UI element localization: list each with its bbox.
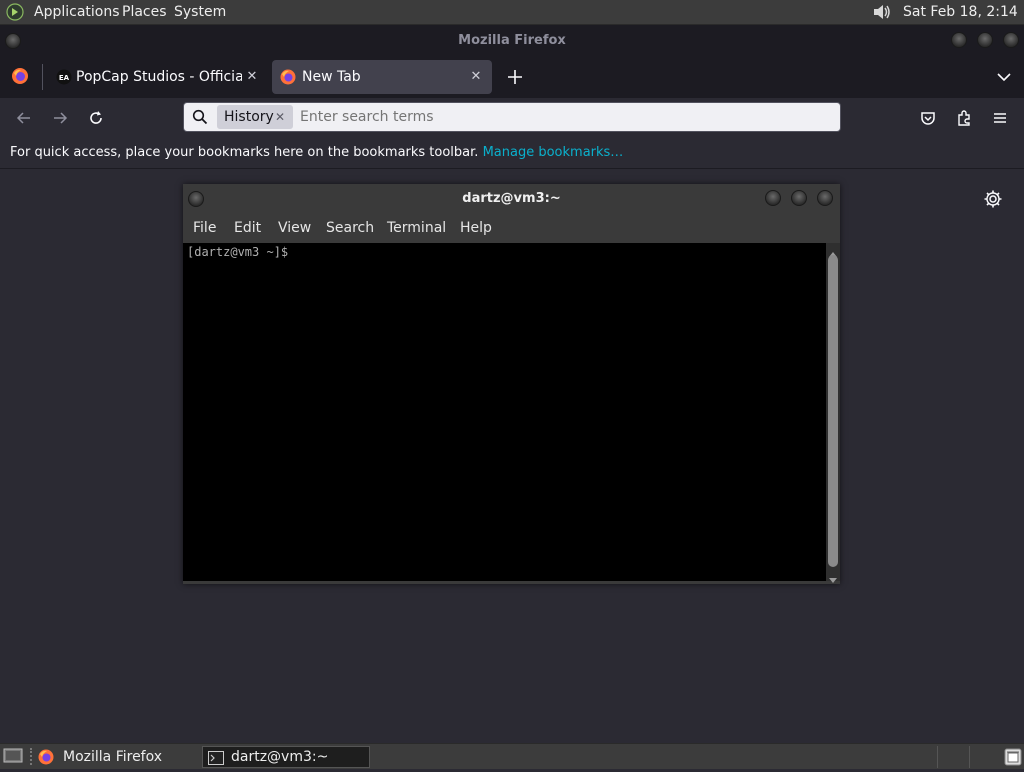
search-input[interactable] <box>300 106 820 128</box>
taskbar-item-terminal[interactable]: dartz@vm3:~ <box>202 746 370 768</box>
scrollbar-thumb[interactable] <box>828 255 838 567</box>
show-desktop-icon[interactable] <box>3 748 23 765</box>
scroll-up-icon[interactable] <box>828 244 838 257</box>
terminal-close-button[interactable] <box>817 190 833 206</box>
hamburger-menu-icon[interactable] <box>988 106 1012 130</box>
close-tab-icon[interactable]: ✕ <box>468 69 484 85</box>
search-mode-chip[interactable]: History ✕ <box>217 105 293 129</box>
search-icon <box>192 109 208 125</box>
firefox-icon <box>38 749 54 765</box>
chip-close-icon[interactable]: ✕ <box>275 105 285 129</box>
tab-label: PopCap Studios - Official EA <box>76 69 242 85</box>
volume-icon[interactable] <box>871 2 893 22</box>
menu-system[interactable]: System <box>174 0 226 24</box>
url-bar[interactable]: History ✕ <box>183 102 841 132</box>
manage-bookmarks-link[interactable]: Manage bookmarks… <box>483 145 624 160</box>
tab-divider <box>42 64 43 90</box>
bookmarks-toolbar: For quick access, place your bookmarks h… <box>0 138 1024 169</box>
taskbar-item-firefox[interactable]: Mozilla Firefox <box>36 746 196 768</box>
close-window-button[interactable] <box>1003 32 1019 48</box>
reload-icon[interactable] <box>84 106 108 130</box>
list-all-tabs-chevron-down-icon[interactable] <box>995 68 1013 86</box>
terminal-icon <box>208 750 224 765</box>
extensions-icon[interactable] <box>952 106 976 130</box>
workspace-2[interactable] <box>969 746 1002 768</box>
terminal-menu-search[interactable]: Search <box>326 214 374 242</box>
terminal-title: dartz@vm3:~ <box>462 191 561 206</box>
terminal-scrollbar[interactable] <box>826 243 840 583</box>
bottom-panel: Mozilla Firefox dartz@vm3:~ <box>0 743 1024 769</box>
terminal-menu-file[interactable]: File <box>193 214 216 242</box>
window-title: Mozilla Firefox <box>458 33 566 48</box>
maximize-button[interactable] <box>977 32 993 48</box>
terminal-menu-help[interactable]: Help <box>460 214 492 242</box>
firefox-titlebar[interactable]: Mozilla Firefox <box>0 25 1024 56</box>
bookmarks-hint-text: For quick access, place your bookmarks h… <box>10 145 479 160</box>
pocket-icon[interactable] <box>916 106 940 130</box>
svg-text:EA: EA <box>59 74 70 82</box>
taskbar-item-label: dartz@vm3:~ <box>231 749 329 765</box>
terminal-maximize-button[interactable] <box>791 190 807 206</box>
terminal-screen[interactable]: [dartz@vm3 ~]$ <box>183 243 826 581</box>
scroll-down-icon[interactable] <box>828 570 838 583</box>
tab-new-tab[interactable]: New Tab ✕ <box>272 60 492 94</box>
terminal-menu-view[interactable]: View <box>278 214 311 242</box>
close-tab-icon[interactable]: ✕ <box>244 69 260 85</box>
minimize-button[interactable] <box>951 32 967 48</box>
panel-handle <box>30 748 34 765</box>
top-panel: Applications Places System Sat Feb 18, 2… <box>0 0 1024 44</box>
terminal-menu-terminal[interactable]: Terminal <box>387 214 446 242</box>
clock[interactable]: Sat Feb 18, 2:14 PM <box>903 0 1024 44</box>
terminal-window[interactable]: dartz@vm3:~ File Edit View Search Termin… <box>183 184 840 584</box>
tab-label: New Tab <box>302 69 361 85</box>
new-tab-plus-icon[interactable] <box>505 67 525 87</box>
tab-popcap[interactable]: EA PopCap Studios - Official EA ✕ <box>50 60 266 94</box>
forward-arrow-icon[interactable] <box>48 106 72 130</box>
ea-favicon-icon: EA <box>56 69 72 85</box>
menu-applications[interactable]: Applications <box>34 0 120 24</box>
gnome-foot-icon[interactable] <box>6 3 24 21</box>
menu-places[interactable]: Places <box>122 0 167 24</box>
terminal-minimize-button[interactable] <box>765 190 781 206</box>
back-arrow-icon[interactable] <box>12 106 36 130</box>
terminal-titlebar[interactable]: dartz@vm3:~ <box>183 184 840 214</box>
search-mode-chip-label: History <box>224 109 274 125</box>
workspace-1[interactable] <box>937 746 970 768</box>
taskbar-item-label: Mozilla Firefox <box>63 749 163 765</box>
gear-icon[interactable] <box>983 189 1003 209</box>
firefox-favicon-icon <box>280 69 296 85</box>
tab-strip: EA PopCap Studios - Official EA ✕ New Ta… <box>0 56 1024 98</box>
bookmarks-empty-message: For quick access, place your bookmarks h… <box>10 138 623 168</box>
trash-icon[interactable] <box>1004 748 1022 766</box>
navigation-toolbar: History ✕ <box>0 98 1024 138</box>
terminal-menubar: File Edit View Search Terminal Help <box>183 214 840 242</box>
terminal-menu-edit[interactable]: Edit <box>234 214 261 242</box>
shell-prompt: [dartz@vm3 ~]$ <box>187 245 289 259</box>
firefox-view-icon[interactable] <box>11 67 29 85</box>
